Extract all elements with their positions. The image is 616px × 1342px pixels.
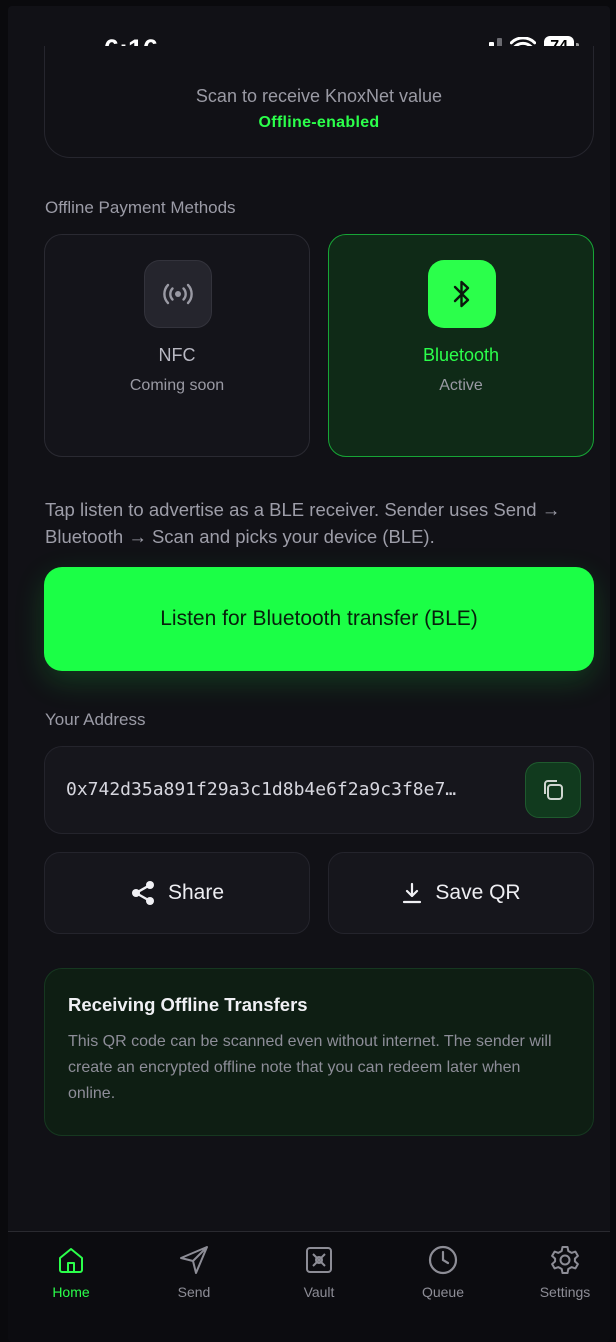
tab-settings[interactable]: Settings [520, 1242, 610, 1300]
nfc-name: NFC [158, 345, 196, 365]
address-label: Your Address [45, 710, 146, 729]
vault-icon [274, 1242, 364, 1278]
info-title: Receiving Offline Transfers [68, 994, 308, 1015]
clock-icon [398, 1242, 488, 1278]
bluetooth-name: Bluetooth [422, 345, 500, 365]
bluetooth-icon [428, 260, 496, 328]
tab-settings-label: Settings [539, 1284, 591, 1300]
tab-vault-label: Vault [303, 1284, 335, 1300]
share-icon [131, 881, 154, 905]
home-icon [26, 1242, 116, 1278]
tab-queue[interactable]: Queue [398, 1242, 488, 1300]
listen-bluetooth-button[interactable]: Listen for Bluetooth transfer (BLE) [44, 567, 594, 671]
scan-instruction: Scan to receive KnoxNet value [195, 86, 443, 104]
tab-send-label: Send [177, 1284, 211, 1300]
copy-icon [544, 780, 563, 800]
tab-home[interactable]: Home [26, 1242, 116, 1300]
share-label: Share [167, 881, 225, 904]
nfc-icon [144, 260, 212, 328]
tab-home-label: Home [52, 1284, 90, 1300]
offline-methods-label: Offline Payment Methods [45, 198, 236, 217]
tab-send[interactable]: Send [149, 1242, 239, 1300]
app-screen: 6:16 74 Scan to receive KnoxNet value Of… [8, 6, 610, 1342]
offline-info-card: Receiving Offline Transfers This QR code… [44, 968, 594, 1136]
copy-address-button[interactable] [525, 762, 581, 818]
receive-qr-card: Scan to receive KnoxNet value Offline-en… [44, 46, 594, 158]
gear-icon [520, 1242, 610, 1278]
tab-vault[interactable]: Vault [274, 1242, 364, 1300]
ble-instructions: Tap listen to advertise as a BLE receive… [45, 499, 561, 547]
save-qr-button[interactable]: Save QR [328, 852, 594, 934]
info-body: This QR code can be scanned even without… [68, 1033, 552, 1102]
send-icon [149, 1242, 239, 1278]
share-button[interactable]: Share [44, 852, 310, 934]
nfc-method-card[interactable]: NFC Coming soon [44, 234, 310, 457]
nfc-status: Coming soon [129, 377, 225, 394]
wallet-address: 0x742d35a891f29a3c1d8b4e6f2a9c3f8e7… [66, 779, 457, 800]
offline-enabled-badge: Offline-enabled [258, 114, 380, 131]
bluetooth-status: Active [439, 377, 483, 394]
bluetooth-method-card[interactable]: Bluetooth Active [328, 234, 594, 457]
save-qr-label: Save QR [435, 881, 521, 904]
address-field: 0x742d35a891f29a3c1d8b4e6f2a9c3f8e7… [44, 746, 594, 834]
tab-queue-label: Queue [421, 1284, 465, 1300]
bottom-tab-bar: Home Send Vault Queue Settings [8, 1231, 610, 1342]
download-icon [403, 882, 422, 904]
